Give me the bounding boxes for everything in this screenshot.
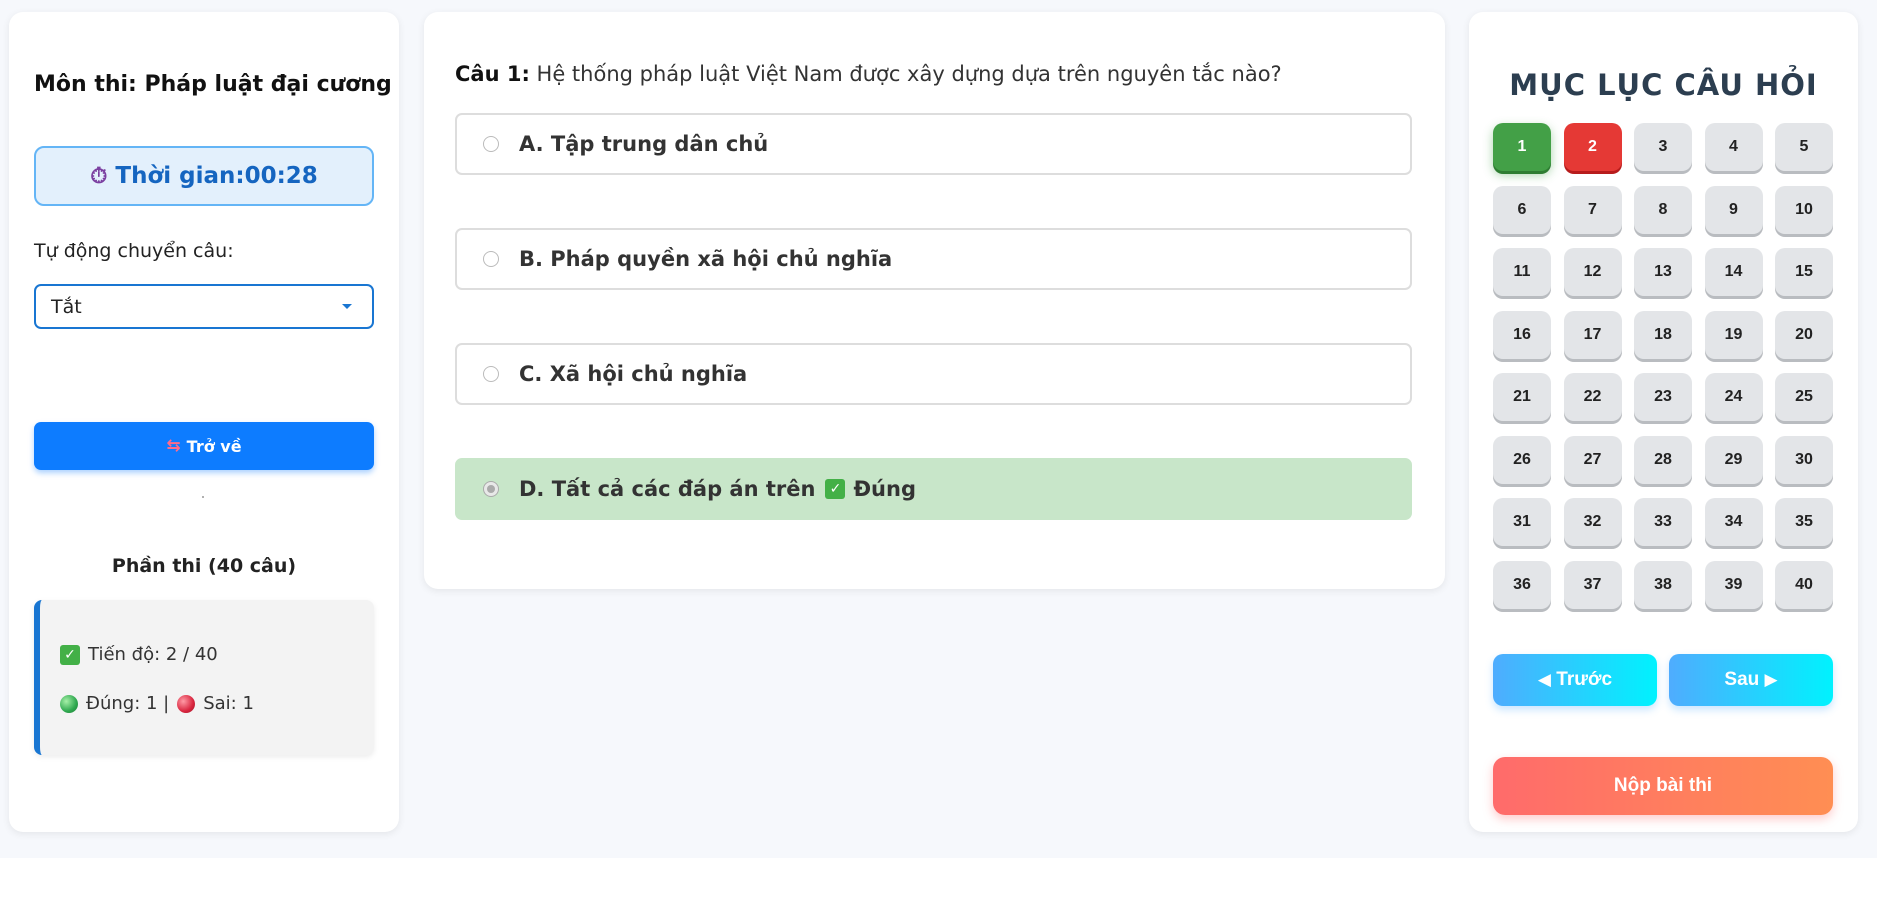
back-button-label: Trở về: [186, 436, 242, 456]
option-c[interactable]: C. Xã hội chủ nghĩa: [455, 343, 1412, 405]
auto-next-value: Tắt: [51, 295, 82, 318]
chevron-down-icon: [342, 304, 352, 309]
option-d[interactable]: D. Tất cả các đáp án trên ✓ Đúng: [455, 458, 1412, 520]
index-title: MỤC LỤC CÂU HỎI: [1509, 68, 1818, 102]
exam-info-panel: Môn thi: Pháp luật đại cương ⏱ Thời gian…: [9, 12, 399, 832]
radio-button[interactable]: [483, 366, 499, 382]
next-label: Sau: [1724, 669, 1760, 690]
question-index-button[interactable]: 35: [1775, 498, 1833, 546]
question-body: Hệ thống pháp luật Việt Nam được xây dựn…: [536, 62, 1282, 86]
question-panel: Câu 1: Hệ thống pháp luật Việt Nam được …: [424, 12, 1445, 589]
question-index-button[interactable]: 3: [1634, 123, 1692, 171]
question-index-button[interactable]: 34: [1704, 498, 1763, 546]
auto-next-label: Tự động chuyển câu:: [34, 240, 234, 262]
question-index-button[interactable]: 13: [1634, 248, 1692, 296]
radio-button[interactable]: [483, 251, 499, 267]
question-index-button[interactable]: 11: [1493, 248, 1551, 296]
question-index-button[interactable]: 15: [1775, 248, 1833, 296]
option-a[interactable]: A. Tập trung dân chủ: [455, 113, 1412, 175]
question-index-button[interactable]: 4: [1704, 123, 1763, 171]
submit-exam-button[interactable]: Nộp bài thi: [1493, 757, 1833, 815]
question-index-button[interactable]: 1: [1493, 123, 1551, 171]
question-index-button[interactable]: 25: [1775, 373, 1833, 421]
question-grid: 1 2 3 4 5 6 7 8 9 10 11 12 13 14 15 16 17 18 19 20 21 22 23 24 2…: [1493, 123, 1833, 609]
section-title: Phần thi (40 câu): [111, 555, 297, 577]
back-button[interactable]: ⇆ Trở về: [34, 422, 374, 470]
question-index-button[interactable]: 16: [1493, 310, 1551, 359]
question-index-button[interactable]: 32: [1563, 498, 1622, 546]
radio-button[interactable]: [483, 481, 499, 497]
option-result: Đúng: [853, 477, 916, 501]
red-circle-icon: [177, 694, 196, 713]
progress-stats: ✓ Tiến độ: 2 / 40 Đúng: 1 | Sai: 1: [34, 600, 374, 755]
question-index-button[interactable]: 24: [1704, 373, 1763, 421]
question-index-button[interactable]: 17: [1563, 310, 1622, 359]
question-index-button[interactable]: 18: [1634, 310, 1692, 359]
check-mark-icon: ✓: [60, 644, 80, 665]
question-index-button[interactable]: 19: [1704, 310, 1763, 359]
triangle-right-icon: ▶: [1764, 670, 1778, 689]
question-index-button[interactable]: 30: [1775, 435, 1833, 484]
question-index-button[interactable]: 9: [1704, 185, 1763, 234]
correct-count: Đúng: 1 |: [86, 693, 170, 714]
option-label: D. Tất cả các đáp án trên: [519, 477, 816, 501]
score-line: Đúng: 1 | Sai: 1: [60, 693, 254, 714]
question-index-button[interactable]: 12: [1563, 248, 1622, 296]
question-index-button[interactable]: 14: [1704, 248, 1763, 296]
question-index-button[interactable]: 33: [1634, 498, 1692, 546]
question-index-button[interactable]: 40: [1775, 560, 1833, 609]
submit-label: Nộp bài thi: [1613, 775, 1713, 796]
timer-text: Thời gian:00:28: [115, 163, 318, 189]
question-index-button[interactable]: 28: [1634, 435, 1692, 484]
question-index-button[interactable]: 36: [1493, 560, 1551, 609]
green-circle-icon: [60, 694, 78, 713]
question-index-button[interactable]: 2: [1563, 123, 1622, 171]
question-index-button[interactable]: 39: [1704, 560, 1763, 609]
option-label: C. Xã hội chủ nghĩa: [519, 362, 748, 386]
wrong-count: Sai: 1: [203, 693, 254, 714]
check-mark-icon: ✓: [825, 479, 846, 499]
next-button[interactable]: Sau ▶: [1669, 654, 1833, 706]
question-index-button[interactable]: 5: [1775, 123, 1833, 171]
question-index-button[interactable]: 23: [1634, 373, 1692, 421]
option-label: B. Pháp quyền xã hội chủ nghĩa: [519, 247, 893, 271]
question-number: Câu 1:: [455, 62, 530, 86]
back-arrows-icon: ⇆: [166, 436, 181, 456]
question-index-button[interactable]: 7: [1563, 185, 1622, 234]
question-index-button[interactable]: 22: [1563, 373, 1622, 421]
question-index-button[interactable]: 10: [1775, 185, 1833, 234]
question-index-button[interactable]: 38: [1634, 560, 1692, 609]
question-index-button[interactable]: 37: [1563, 560, 1622, 609]
question-index-button[interactable]: 20: [1775, 310, 1833, 359]
progress-line: ✓ Tiến độ: 2 / 40: [60, 644, 218, 665]
question-index-button[interactable]: 29: [1704, 435, 1763, 484]
timer-box: ⏱ Thời gian:00:28: [34, 146, 374, 206]
question-index-button[interactable]: 31: [1493, 498, 1551, 546]
prev-button[interactable]: ◀ Trước: [1493, 654, 1657, 706]
triangle-left-icon: ◀: [1537, 670, 1551, 689]
prev-label: Trước: [1556, 669, 1613, 690]
question-index-button[interactable]: 21: [1493, 373, 1551, 421]
stopwatch-icon: ⏱: [90, 163, 108, 189]
question-index-button[interactable]: 6: [1493, 185, 1551, 234]
option-label: A. Tập trung dân chủ: [519, 132, 769, 156]
question-index-panel: MỤC LỤC CÂU HỎI 1 2 3 4 5 6 7 8 9 10 11 12 13 14 15 16 1…: [1469, 12, 1858, 832]
question-index-button[interactable]: 26: [1493, 435, 1551, 484]
option-b[interactable]: B. Pháp quyền xã hội chủ nghĩa: [455, 228, 1412, 290]
question-index-button[interactable]: 8: [1634, 185, 1692, 234]
auto-next-select[interactable]: Tắt: [34, 284, 374, 329]
question-text: Câu 1: Hệ thống pháp luật Việt Nam được …: [455, 62, 1282, 86]
progress-text: Tiến độ: 2 / 40: [88, 644, 218, 665]
divider-dot: [202, 496, 204, 498]
radio-button[interactable]: [483, 136, 499, 152]
subject-title: Môn thi: Pháp luật đại cương: [34, 72, 392, 97]
question-index-button[interactable]: 27: [1563, 435, 1622, 484]
